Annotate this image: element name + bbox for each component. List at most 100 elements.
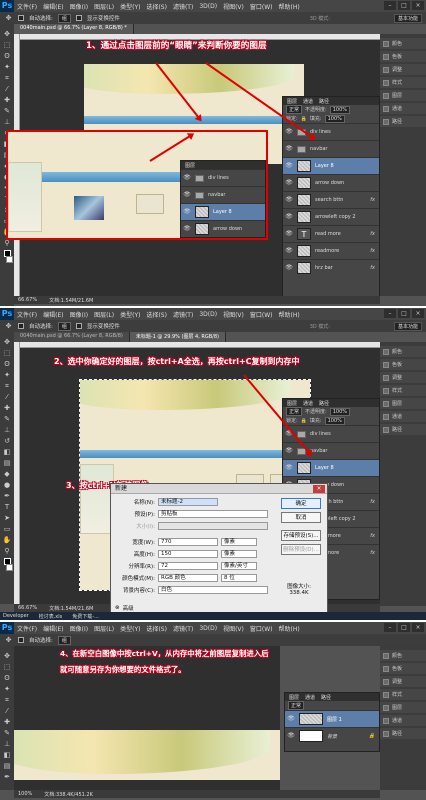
auto-select-checkbox[interactable] [18,323,24,329]
tab-layers[interactable]: 图层 [289,694,299,701]
gradient-icon[interactable]: ▤ [3,762,12,770]
inset-layer-row[interactable]: 👁 navbar [181,186,265,203]
dock-item-paths[interactable]: 路径 [380,424,426,435]
layer-row[interactable]: 👁 arrow down [283,174,379,191]
taskbar-item[interactable]: 免费下载-... [72,613,99,620]
dock-item-color[interactable]: 颜色 [380,38,426,49]
dock-item-adjustments[interactable]: 调整 [380,676,426,687]
auto-select-checkbox[interactable] [18,15,24,21]
auto-select-dropdown[interactable]: 组 [57,635,71,645]
eye-icon[interactable]: 👁 [285,264,293,272]
layer-row-selected[interactable]: 👁 Layer 8 [283,459,379,476]
height-input[interactable]: 150 [158,550,218,558]
menu-type[interactable]: 类型(Y) [117,2,143,11]
menu-file[interactable]: 文件(F) [14,310,40,319]
chevron-down-icon[interactable]: ⊗ [115,605,120,611]
show-transform-checkbox[interactable] [75,15,82,21]
layer-row[interactable]: 👁 背景 🔒 [285,727,379,744]
marquee-icon[interactable]: ⬚ [3,663,12,671]
layer-row[interactable]: 👁 search bttn fx [283,191,379,208]
layer-row[interactable]: 👁 Tread more fx [283,225,379,242]
tab-channels[interactable]: 通道 [303,98,313,105]
menu-help[interactable]: 帮助(H) [276,310,303,319]
marquee-icon[interactable]: ⬚ [3,349,12,357]
menu-window[interactable]: 窗口(W) [247,624,276,633]
inset-layer-row[interactable]: 👁 arrow down [181,220,265,237]
layer-row[interactable]: 👁 navbar [283,442,379,459]
eye-icon[interactable]: 👁 [287,732,295,740]
eye-icon[interactable]: 👁 [285,464,293,472]
resolution-unit-select[interactable]: 像素/英寸 [221,562,257,570]
healing-icon[interactable]: ✚ [3,404,12,412]
menu-help[interactable]: 帮助(H) [276,2,303,11]
tab-channels[interactable]: 通道 [303,400,313,407]
lasso-icon[interactable]: ʘ [3,674,12,682]
eyedropper-icon[interactable]: ⁄ [3,85,12,93]
tab-paths[interactable]: 路径 [319,98,329,105]
save-preset-button[interactable]: 存储预设(S)... [281,530,321,541]
dock-item-adjustments[interactable]: 调整 [380,64,426,75]
tab-channels[interactable]: 通道 [305,694,315,701]
eye-icon[interactable]: 👁 [183,225,191,233]
eye-icon[interactable]: 👁 [285,213,293,221]
layer-effects-icon[interactable]: fx [370,265,375,271]
history-brush-icon[interactable]: ↺ [3,437,12,445]
minimize-icon[interactable]: – [384,1,396,10]
healing-icon[interactable]: ✚ [3,96,12,104]
menu-3d[interactable]: 3D(D) [196,3,220,10]
menu-image[interactable]: 图像(I) [67,624,91,633]
lasso-icon[interactable]: ʘ [3,52,12,60]
layer-effects-icon[interactable]: fx [370,197,375,203]
move-icon[interactable]: ✥ [3,338,12,346]
close-icon[interactable]: × [412,1,424,10]
blur-icon[interactable]: ◆ [3,470,12,478]
menu-edit[interactable]: 编辑(E) [40,2,66,11]
eye-icon[interactable]: 👁 [285,162,293,170]
move-icon[interactable]: ✥ [3,30,12,38]
dock-item-color[interactable]: 颜色 [380,346,426,357]
dialog-close-icon[interactable]: × [313,485,325,493]
stamp-icon[interactable]: ⊥ [3,426,12,434]
width-unit-select[interactable]: 像素 [221,538,257,546]
menu-view[interactable]: 视图(V) [220,310,247,319]
menu-file[interactable]: 文件(F) [14,2,40,11]
taskbar-item[interactable]: 检讨表.xls [39,613,63,620]
minimize-icon[interactable]: – [384,623,396,632]
resolution-input[interactable]: 72 [158,562,218,570]
eye-icon[interactable]: 👁 [183,174,191,182]
menu-3d[interactable]: 3D(D) [196,311,220,318]
menu-select[interactable]: 选择(S) [143,624,170,633]
layer-row[interactable]: 👁 hrz bar fx [283,259,379,276]
inset-layer-row-selected[interactable]: 👁 Layer 8 [181,203,265,220]
dock-item-channels[interactable]: 通道 [380,715,426,726]
layer-effects-icon[interactable]: fx [370,499,375,505]
workspace-selector[interactable]: 基本功能 [393,321,422,331]
eye-icon[interactable]: 👁 [285,447,293,455]
dock-item-paths[interactable]: 路径 [380,116,426,127]
layer-effects-icon[interactable]: fx [370,231,375,237]
tab-paths[interactable]: 路径 [321,694,331,701]
tab-0040main[interactable]: 0040main.psd @ 66.7% (Layer 8, RGB/8) * [14,24,134,34]
preset-select[interactable]: 剪贴板 [158,510,268,518]
close-icon[interactable]: × [412,309,424,318]
brush-icon[interactable]: ✎ [3,729,12,737]
menu-file[interactable]: 文件(F) [14,624,40,633]
minimize-icon[interactable]: – [384,309,396,318]
eye-icon[interactable]: 👁 [285,247,293,255]
taskbar-item[interactable]: Developer [3,613,29,619]
eraser-icon[interactable]: ◧ [3,751,12,759]
name-input[interactable]: 未标题-2 [158,498,218,506]
healing-icon[interactable]: ✚ [3,718,12,726]
show-transform-checkbox[interactable] [75,323,82,329]
menu-select[interactable]: 选择(S) [143,310,170,319]
inset-layer-row[interactable]: 👁 div lines [181,169,265,186]
background-select[interactable]: 白色 [158,586,268,594]
dock-item-styles[interactable]: 样式 [380,77,426,88]
lasso-icon[interactable]: ʘ [3,360,12,368]
brush-icon[interactable]: ✎ [3,107,12,115]
dock-item-swatches[interactable]: 色板 [380,359,426,370]
dock-item-channels[interactable]: 通道 [380,411,426,422]
layer-row[interactable]: 👁 navbar [283,140,379,157]
menu-type[interactable]: 类型(Y) [117,624,143,633]
layer-row[interactable]: 👁 arrowleft copy 2 [283,208,379,225]
